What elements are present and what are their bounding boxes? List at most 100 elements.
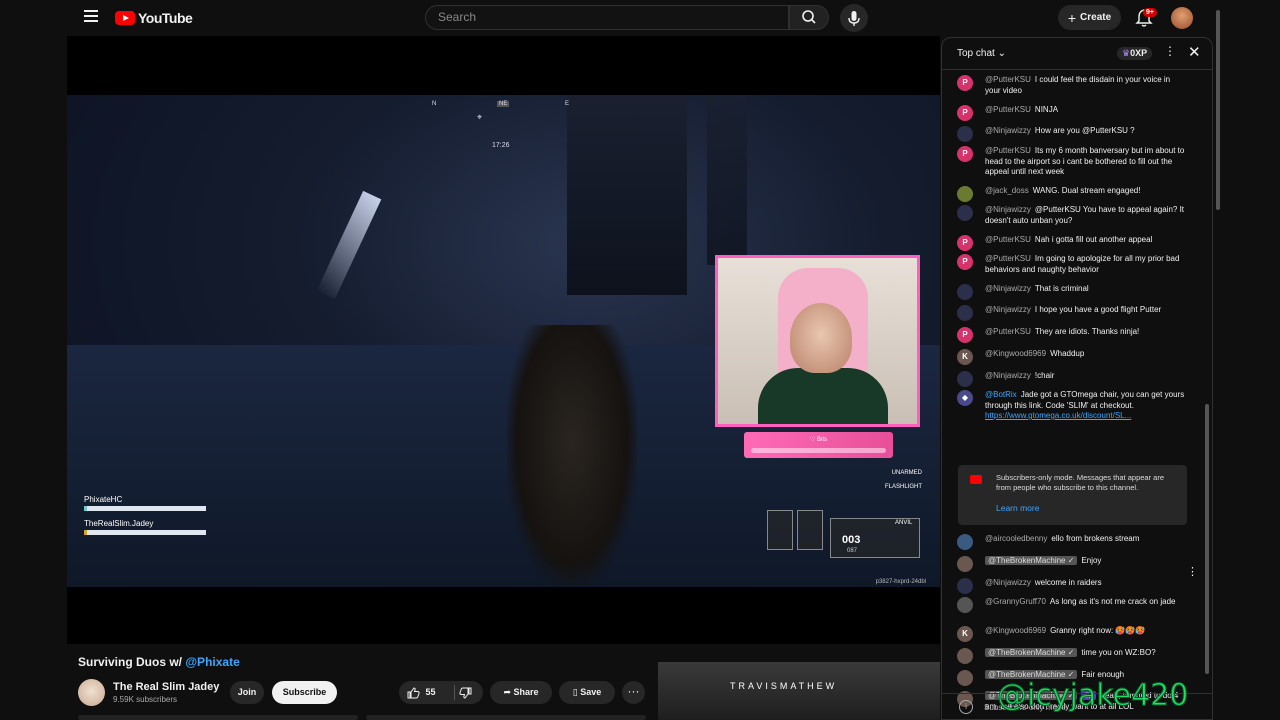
chat-message[interactable]: P @PutterKSU I could feel the disdain in y… bbox=[957, 75, 1187, 96]
xp-badge[interactable]: ♛0XP bbox=[1117, 47, 1153, 60]
menu-icon[interactable] bbox=[84, 10, 98, 22]
author-avatar bbox=[957, 578, 973, 594]
more-actions-button[interactable]: ··· bbox=[622, 681, 645, 704]
message-text: time you on WZ:BO? bbox=[1081, 648, 1156, 657]
channel-avatar[interactable] bbox=[78, 679, 105, 706]
author-name: @PutterKSU bbox=[985, 235, 1031, 244]
scene-tower bbox=[707, 95, 747, 265]
ad-banner[interactable]: TRAVISMATHEW bbox=[658, 662, 940, 720]
chat-message[interactable]: K @Kingwood6969 Granny right now: 🥵🥵🥵 bbox=[957, 626, 1187, 642]
account-avatar[interactable] bbox=[1171, 7, 1193, 29]
author-name: @PutterKSU bbox=[985, 105, 1031, 114]
author-avatar: P bbox=[957, 327, 973, 343]
notice-text: Subscribers-only mode. Messages that app… bbox=[996, 473, 1165, 492]
watermark-text: @icyjake420 bbox=[996, 678, 1189, 714]
author-name: @Ninjawizzy bbox=[985, 205, 1031, 214]
author-avatar bbox=[957, 670, 973, 686]
author-name: @Ninjawizzy bbox=[985, 284, 1031, 293]
placeholder-bar bbox=[366, 715, 646, 720]
chat-message[interactable]: @Ninjawizzy @PutterKSU You have to appeal… bbox=[957, 205, 1187, 226]
chat-options-icon[interactable]: ⋮ bbox=[1164, 44, 1176, 58]
team-health-bar bbox=[84, 506, 206, 511]
author-avatar: K bbox=[957, 626, 973, 642]
page-scrollbar[interactable] bbox=[1213, 0, 1223, 720]
join-button[interactable]: Join bbox=[230, 681, 264, 704]
chat-message[interactable]: @TheBrokenMachine ✓ Enjoy bbox=[957, 556, 1187, 572]
youtube-logo[interactable]: YouTube bbox=[115, 10, 193, 26]
message-text: welcome in raiders bbox=[1034, 578, 1102, 587]
author-name: @TheBrokenMachine ✓ bbox=[985, 648, 1078, 657]
author-avatar bbox=[957, 371, 973, 387]
chat-message[interactable]: @Ninjawizzy That is criminal bbox=[957, 284, 1187, 300]
create-button[interactable]: + Create bbox=[1058, 5, 1121, 30]
author-name: @aircooledbenny bbox=[985, 534, 1048, 543]
author-name: @Ninjawizzy bbox=[985, 578, 1031, 587]
search-input[interactable]: Search bbox=[425, 5, 789, 30]
chat-message[interactable]: @TheBrokenMachine ✓ time you on WZ:BO? bbox=[957, 648, 1187, 664]
share-label: Share bbox=[513, 687, 539, 697]
hud-compass: N NE E ⌖ bbox=[397, 101, 597, 125]
author-name: @Kingwood6969 bbox=[985, 349, 1047, 358]
author-avatar: P bbox=[957, 235, 973, 251]
compass-n: N bbox=[432, 101, 437, 107]
chat-message[interactable]: @jack_doss WANG. Dual stream engaged! bbox=[957, 186, 1187, 202]
chat-header: Top chat ⌄ ♛0XP ⋮ ✕ bbox=[942, 38, 1212, 70]
chat-message[interactable]: @Ninjawizzy !chair bbox=[957, 371, 1187, 387]
scene-tower bbox=[567, 95, 687, 295]
notification-count-badge: 9+ bbox=[1143, 8, 1157, 17]
share-icon: ➦ bbox=[503, 687, 511, 697]
subscribe-button[interactable]: Subscribe bbox=[272, 681, 337, 704]
chat-message[interactable]: @Ninjawizzy welcome in raiders bbox=[957, 578, 1187, 594]
learn-more-link[interactable]: Learn more bbox=[996, 503, 1039, 513]
stream-id: p3827-hxprd-24dbl bbox=[875, 579, 926, 585]
team-health-bar bbox=[84, 530, 206, 535]
author-name: @Ninjawizzy bbox=[985, 371, 1031, 380]
search-button[interactable] bbox=[789, 5, 829, 30]
close-icon[interactable]: ✕ bbox=[1188, 43, 1201, 61]
bits-goal: ♡ Bits bbox=[744, 432, 893, 458]
chat-message[interactable]: @GrannyGruff70 As long as it's not me cra… bbox=[957, 597, 1187, 613]
placeholder-bar bbox=[78, 715, 358, 720]
chat-message[interactable]: P @PutterKSU NINJA bbox=[957, 105, 1187, 121]
chat-message[interactable]: ◆ @BotRix Jade got a GTOmega chair, you ca… bbox=[957, 390, 1187, 422]
author-avatar bbox=[957, 284, 973, 300]
chat-message[interactable]: @Ninjawizzy How are you @PutterKSU ? bbox=[957, 126, 1187, 142]
chat-message[interactable]: @Ninjawizzy I hope you have a good flight… bbox=[957, 305, 1187, 321]
author-avatar: P bbox=[957, 75, 973, 91]
chevron-down-icon: ⌄ bbox=[997, 48, 1006, 59]
author-name: @TheBrokenMachine ✓ bbox=[985, 556, 1078, 565]
message-text: Granny right now: 🥵🥵🥵 bbox=[1050, 626, 1146, 635]
author-name: @PutterKSU bbox=[985, 75, 1031, 84]
author-name: @Ninjawizzy bbox=[985, 305, 1031, 314]
message-options-icon[interactable]: ⋮ bbox=[1187, 565, 1198, 578]
chat-message[interactable]: K @Kingwood6969 Whaddup bbox=[957, 349, 1187, 365]
share-button[interactable]: ➦ Share bbox=[490, 681, 552, 704]
message-text: Enjoy bbox=[1081, 556, 1102, 565]
chat-mode-dropdown[interactable]: Top chat ⌄ bbox=[957, 48, 1006, 59]
compass-e: E bbox=[565, 101, 570, 107]
like-button[interactable]: 55 bbox=[407, 681, 436, 704]
voice-search-button[interactable] bbox=[840, 4, 868, 32]
top-bar: YouTube Search + Create 9+ bbox=[0, 0, 1215, 36]
channel-name[interactable]: The Real Slim Jadey bbox=[113, 681, 219, 693]
dislike-button[interactable] bbox=[459, 681, 472, 704]
title-mention-link[interactable]: @Phixate bbox=[185, 655, 239, 669]
message-link[interactable]: https://www.gtomega.co.uk/discount/SL... bbox=[985, 411, 1131, 420]
search-icon bbox=[802, 10, 816, 24]
save-button[interactable]: ▯ Save bbox=[559, 681, 615, 704]
ammo-count: 003 bbox=[842, 534, 861, 546]
message-text: As long as it's not me crack on jade bbox=[1049, 597, 1176, 606]
chat-message[interactable]: P @PutterKSU Nah i gotta fill out another … bbox=[957, 235, 1187, 251]
video-title: Surviving Duos w/ @Phixate bbox=[78, 655, 240, 669]
message-text: WANG. Dual stream engaged! bbox=[1032, 186, 1141, 195]
message-text: They are idiots. Thanks ninja! bbox=[1034, 327, 1140, 336]
chat-message[interactable]: @aircooledbenny ello from brokens stream bbox=[957, 534, 1187, 550]
like-count: 55 bbox=[425, 687, 436, 697]
info-icon[interactable]: i bbox=[959, 700, 973, 714]
chat-message[interactable]: P @PutterKSU Im going to apologize for all… bbox=[957, 254, 1187, 275]
chat-message[interactable]: P @PutterKSU Its my 6 month banversary but… bbox=[957, 146, 1187, 178]
video-frame[interactable]: N NE E ⌖ 17:26 PhixateHC TheRealSlim.Jad… bbox=[67, 95, 940, 587]
chat-scrollbar[interactable] bbox=[1205, 74, 1209, 694]
chat-message[interactable]: P @PutterKSU They are idiots. Thanks ninja… bbox=[957, 327, 1187, 343]
live-chat-panel: Top chat ⌄ ♛0XP ⋮ ✕ P @PutterKSU I could f… bbox=[941, 37, 1213, 720]
